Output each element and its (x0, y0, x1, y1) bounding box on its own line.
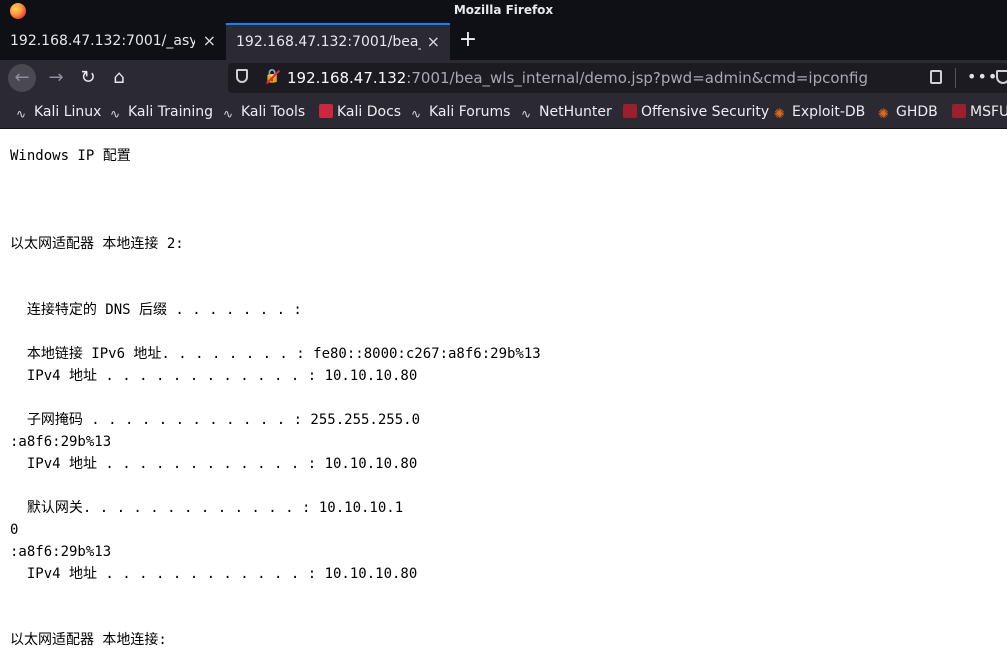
tab-async[interactable]: 192.168.47.132:7001/_async/ × (0, 23, 226, 60)
tab-label: 192.168.47.132:7001/bea_wls_internal/ (236, 34, 421, 50)
exploit-db-icon: ✺ (774, 107, 785, 122)
divider (955, 68, 956, 88)
kali-docs-icon (319, 104, 333, 118)
bookmark-label: Kali Linux (34, 104, 102, 120)
kali-dragon-icon: ∿ (411, 107, 422, 121)
page-actions-menu-icon[interactable]: ••• (967, 63, 998, 91)
pocket-icon[interactable] (996, 70, 1007, 84)
reload-button[interactable]: ↻ (74, 64, 102, 92)
output-line: 连接特定的 DNS 后缀 . . . . . . . : (10, 302, 302, 318)
bookmark-msfu[interactable]: MSFU (952, 96, 1007, 128)
bookmark-kali-docs[interactable]: Kali Docs (319, 96, 401, 128)
output-line: 默认网关. . . . . . . . . . . . . : 10.10.10… (10, 500, 404, 516)
kali-dragon-icon: ∿ (223, 107, 234, 121)
output-line: :a8f6:29b%13 (10, 544, 112, 560)
tab-bar: 192.168.47.132:7001/_async/ × 192.168.47… (0, 23, 1007, 60)
output-line: 以太网适配器 本地连接 2: (10, 236, 184, 252)
url-host: 192.168.47.132 (287, 69, 407, 87)
bookmark-kali-tools[interactable]: ∿ Kali Tools (223, 96, 305, 128)
bookmark-kali-forums[interactable]: ∿ Kali Forums (411, 96, 510, 128)
bookmark-label: GHDB (896, 104, 938, 120)
bookmark-label: Kali Training (128, 104, 213, 120)
bookmark-exploit-db[interactable]: ✺ Exploit-DB (774, 96, 865, 128)
back-button[interactable]: ← (8, 64, 36, 92)
bookmark-kali-training[interactable]: ∿ Kali Training (110, 96, 213, 128)
bookmark-label: Offensive Security (641, 104, 770, 120)
bookmark-label: Kali Forums (429, 104, 511, 120)
output-line: IPv4 地址 . . . . . . . . . . . . : 10.10.… (10, 456, 418, 472)
ghdb-icon: ✺ (878, 107, 889, 122)
home-button[interactable]: ⌂ (105, 64, 133, 92)
new-tab-button[interactable]: + (456, 27, 480, 53)
tab-label: 192.168.47.132:7001/_async/ (10, 33, 195, 49)
output-line: 本地链接 IPv6 地址. . . . . . . . : fe80::8000… (10, 346, 541, 362)
url-text[interactable]: 192.168.47.132:7001/bea_wls_internal/dem… (287, 63, 868, 93)
output-line: 以太网适配器 本地连接: (10, 632, 167, 648)
navigation-toolbar: ← → ↻ ⌂ 🔒 192.168.47.132:7001/bea_wls_in… (0, 60, 1007, 96)
bookmark-label: Exploit-DB (792, 104, 866, 120)
output-line: IPv4 地址 . . . . . . . . . . . . : 10.10.… (10, 566, 418, 582)
offsec-icon (952, 104, 966, 118)
kali-dragon-icon: ∿ (110, 107, 121, 121)
output-line: 0 (10, 522, 19, 538)
reader-view-icon[interactable] (930, 70, 942, 84)
tracking-protection-shield-icon[interactable] (236, 69, 248, 83)
bookmarks-toolbar: ∿ Kali Linux ∿ Kali Training ∿ Kali Tools K… (0, 96, 1007, 129)
bookmark-ghdb[interactable]: ✺ GHDB (878, 96, 938, 128)
nethunter-icon: ∿ (521, 107, 532, 121)
output-line: :a8f6:29b%13 (10, 434, 112, 450)
title-bar: Mozilla Firefox (0, 0, 1007, 23)
page-content: Windows IP 配置 以太网适配器 本地连接 2: 连接特定的 DNS 后… (10, 129, 1007, 671)
bookmark-nethunter[interactable]: ∿ NetHunter (521, 96, 612, 128)
output-line: 子网掩码 . . . . . . . . . . . . : 255.255.2… (10, 412, 421, 428)
close-icon[interactable]: × (427, 25, 440, 59)
bookmark-kali-linux[interactable]: ∿ Kali Linux (16, 96, 101, 128)
offsec-icon (623, 104, 637, 118)
tab-bea-wls-internal[interactable]: 192.168.47.132:7001/bea_wls_internal/ × (226, 23, 450, 60)
output-line: Windows IP 配置 (10, 148, 131, 164)
output-line: IPv4 地址 . . . . . . . . . . . . : 10.10.… (10, 368, 418, 384)
bookmark-offensive-security[interactable]: Offensive Security (623, 96, 769, 128)
url-bar[interactable]: 🔒 192.168.47.132:7001/bea_wls_internal/d… (228, 63, 1007, 93)
url-path: :7001/bea_wls_internal/demo.jsp?pwd=admi… (406, 69, 869, 87)
kali-dragon-icon: ∿ (16, 107, 27, 121)
close-icon[interactable]: × (203, 23, 216, 59)
bookmark-label: Kali Docs (337, 104, 402, 120)
bookmark-label: NetHunter (539, 104, 612, 120)
window-title: Mozilla Firefox (453, 3, 554, 17)
bookmark-label: Kali Tools (241, 104, 306, 120)
insecure-lock-icon[interactable]: 🔒 (264, 69, 280, 85)
bookmark-label: MSFU (970, 104, 1007, 120)
forward-button[interactable]: → (42, 64, 70, 92)
